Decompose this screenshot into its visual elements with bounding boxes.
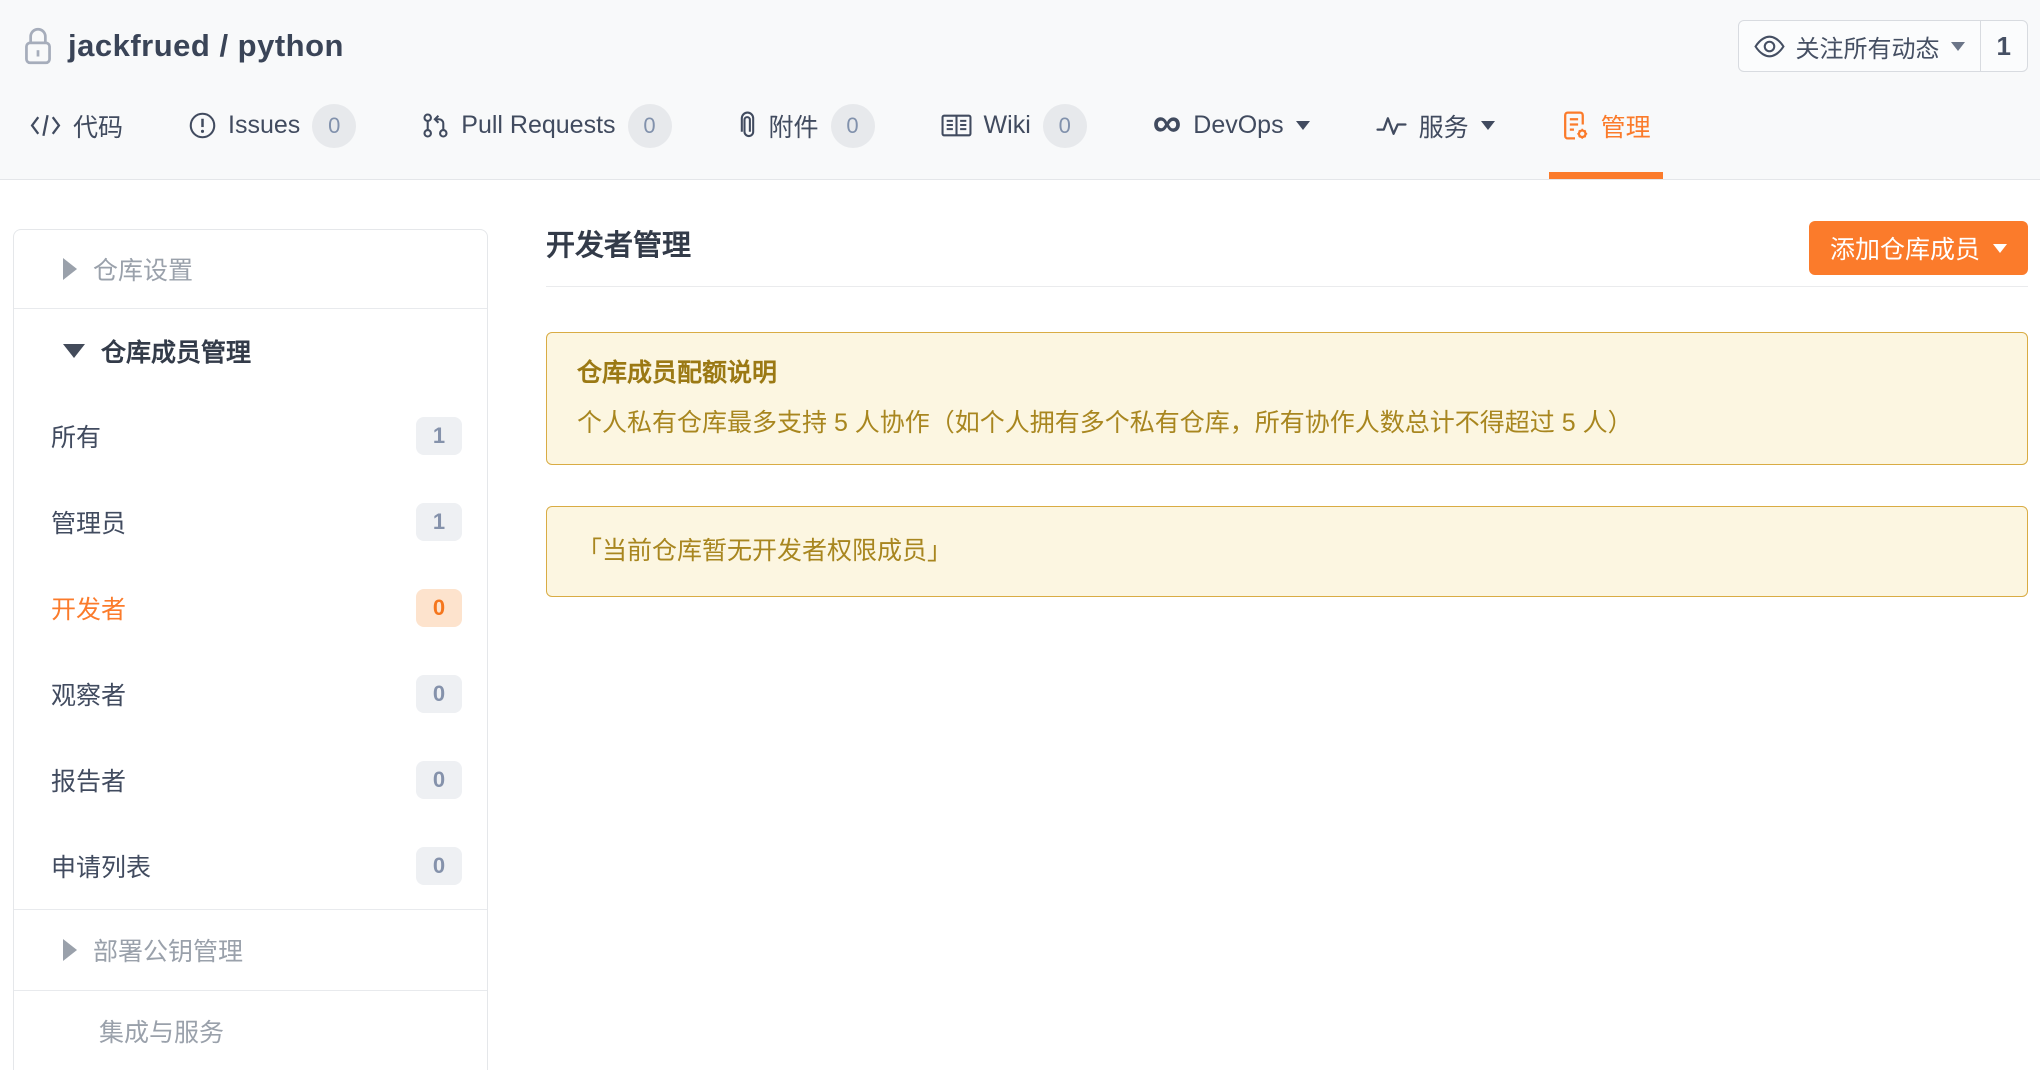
sidebar-item-reporters[interactable]: 报告者 0 [14, 737, 487, 823]
sidebar-section-integrations[interactable]: 集成与服务 [14, 991, 487, 1070]
manage-icon [1561, 110, 1589, 141]
tab-services[interactable]: 服务 [1376, 72, 1495, 179]
tab-code[interactable]: 代码 [30, 72, 123, 179]
watch-button-main[interactable]: 关注所有动态 [1739, 21, 1980, 71]
top-bar: jackfrued / python 关注所有动态 1 [0, 0, 2040, 180]
sidebar-item-all[interactable]: 所有 1 [14, 393, 487, 479]
tab-count-badge: 0 [1043, 104, 1087, 148]
chevron-down-icon [63, 344, 85, 358]
page-title: jackfrued / python [68, 28, 344, 64]
tab-wiki[interactable]: Wiki 0 [941, 72, 1087, 179]
sidebar-section-label: 集成与服务 [99, 1013, 224, 1049]
tab-label: Pull Requests [461, 111, 615, 140]
chevron-right-icon [63, 939, 77, 961]
repo-nav-tabs: 代码 Issues 0 Pull Requ [0, 72, 2040, 179]
private-lock-icon [20, 25, 56, 67]
sidebar-item-label: 开发者 [51, 590, 126, 626]
watch-button[interactable]: 关注所有动态 1 [1738, 20, 2028, 72]
chevron-right-icon [63, 258, 77, 280]
sidebar-section-repo-settings[interactable]: 仓库设置 [14, 230, 487, 308]
sidebar-section-label: 部署公钥管理 [93, 932, 243, 968]
wiki-icon [941, 113, 972, 138]
repo-title-group: jackfrued / python [20, 25, 344, 67]
count-badge: 0 [416, 675, 462, 713]
attachment-icon [738, 110, 757, 141]
add-member-button[interactable]: 添加仓库成员 [1809, 221, 2028, 275]
watch-button-label: 关注所有动态 [1796, 29, 1940, 64]
tab-label: Issues [228, 111, 300, 140]
tab-count-badge: 0 [312, 104, 356, 148]
tab-label: 附件 [769, 108, 819, 144]
tab-pull-requests[interactable]: Pull Requests 0 [422, 72, 671, 179]
tab-label: 管理 [1601, 108, 1651, 144]
pull-request-icon [422, 112, 449, 139]
settings-sidebar: 仓库设置 仓库成员管理 所有 1 管理员 1 开发者 0 观察者 0 报告者 0… [13, 229, 488, 1070]
add-member-button-label: 添加仓库成员 [1830, 230, 1980, 266]
sidebar-item-label: 管理员 [51, 504, 126, 540]
title-divider [546, 286, 2028, 287]
main-header: 开发者管理 添加仓库成员 [546, 229, 2028, 286]
chevron-down-icon [1951, 42, 1965, 51]
sidebar-section-deploy-keys[interactable]: 部署公钥管理 [14, 910, 487, 990]
quota-notice-body: 个人私有仓库最多支持 5 人协作（如个人拥有多个私有仓库，所有协作人数总计不得超… [577, 408, 1997, 439]
count-badge: 1 [416, 417, 462, 455]
main-content: 开发者管理 添加仓库成员 仓库成员配额说明 个人私有仓库最多支持 5 人协作（如… [546, 229, 2028, 597]
quota-notice-title: 仓库成员配额说明 [577, 358, 1997, 389]
chevron-down-icon [1296, 121, 1310, 130]
tab-label: 服务 [1419, 108, 1469, 144]
issues-icon [189, 112, 216, 139]
tab-manage[interactable]: 管理 [1561, 72, 1651, 179]
empty-members-notice-box: 「当前仓库暂无开发者权限成员」 [546, 506, 2028, 597]
count-badge: 0 [416, 589, 462, 627]
count-badge: 1 [416, 503, 462, 541]
sidebar-item-observers[interactable]: 观察者 0 [14, 651, 487, 737]
tab-attachments[interactable]: 附件 0 [738, 72, 875, 179]
sidebar-section-member-management[interactable]: 仓库成员管理 [14, 309, 487, 393]
sidebar-item-developers[interactable]: 开发者 0 [14, 565, 487, 651]
services-icon [1376, 114, 1407, 137]
tab-issues[interactable]: Issues 0 [189, 72, 356, 179]
page-body: 仓库设置 仓库成员管理 所有 1 管理员 1 开发者 0 观察者 0 报告者 0… [0, 180, 2040, 1070]
eye-icon [1754, 35, 1785, 58]
devops-icon: ∞ [1153, 112, 1182, 134]
tab-devops[interactable]: ∞ DevOps [1153, 72, 1310, 179]
sidebar-item-applications[interactable]: 申请列表 0 [14, 823, 487, 909]
tab-label: 代码 [73, 108, 123, 144]
watch-count-badge[interactable]: 1 [1980, 21, 2027, 71]
chevron-down-icon [1481, 121, 1495, 130]
count-badge: 0 [416, 761, 462, 799]
tab-label: Wiki [984, 111, 1031, 140]
count-badge: 0 [416, 847, 462, 885]
tab-label: DevOps [1193, 111, 1283, 140]
tab-count-badge: 0 [628, 104, 672, 148]
sidebar-item-label: 观察者 [51, 676, 126, 712]
section-title: 开发者管理 [546, 229, 691, 264]
sidebar-item-label: 申请列表 [51, 848, 151, 884]
code-icon [30, 113, 61, 138]
sidebar-item-label: 所有 [51, 418, 101, 454]
sidebar-item-admins[interactable]: 管理员 1 [14, 479, 487, 565]
repo-header-row: jackfrued / python 关注所有动态 1 [0, 0, 2040, 72]
empty-members-notice-text: 「当前仓库暂无开发者权限成员」 [577, 537, 952, 565]
sidebar-section-label: 仓库设置 [93, 251, 193, 287]
sidebar-section-label: 仓库成员管理 [101, 333, 251, 369]
chevron-down-icon [1993, 244, 2007, 253]
sidebar-item-label: 报告者 [51, 762, 126, 798]
tab-count-badge: 0 [831, 104, 875, 148]
quota-notice-box: 仓库成员配额说明 个人私有仓库最多支持 5 人协作（如个人拥有多个私有仓库，所有… [546, 332, 2028, 465]
